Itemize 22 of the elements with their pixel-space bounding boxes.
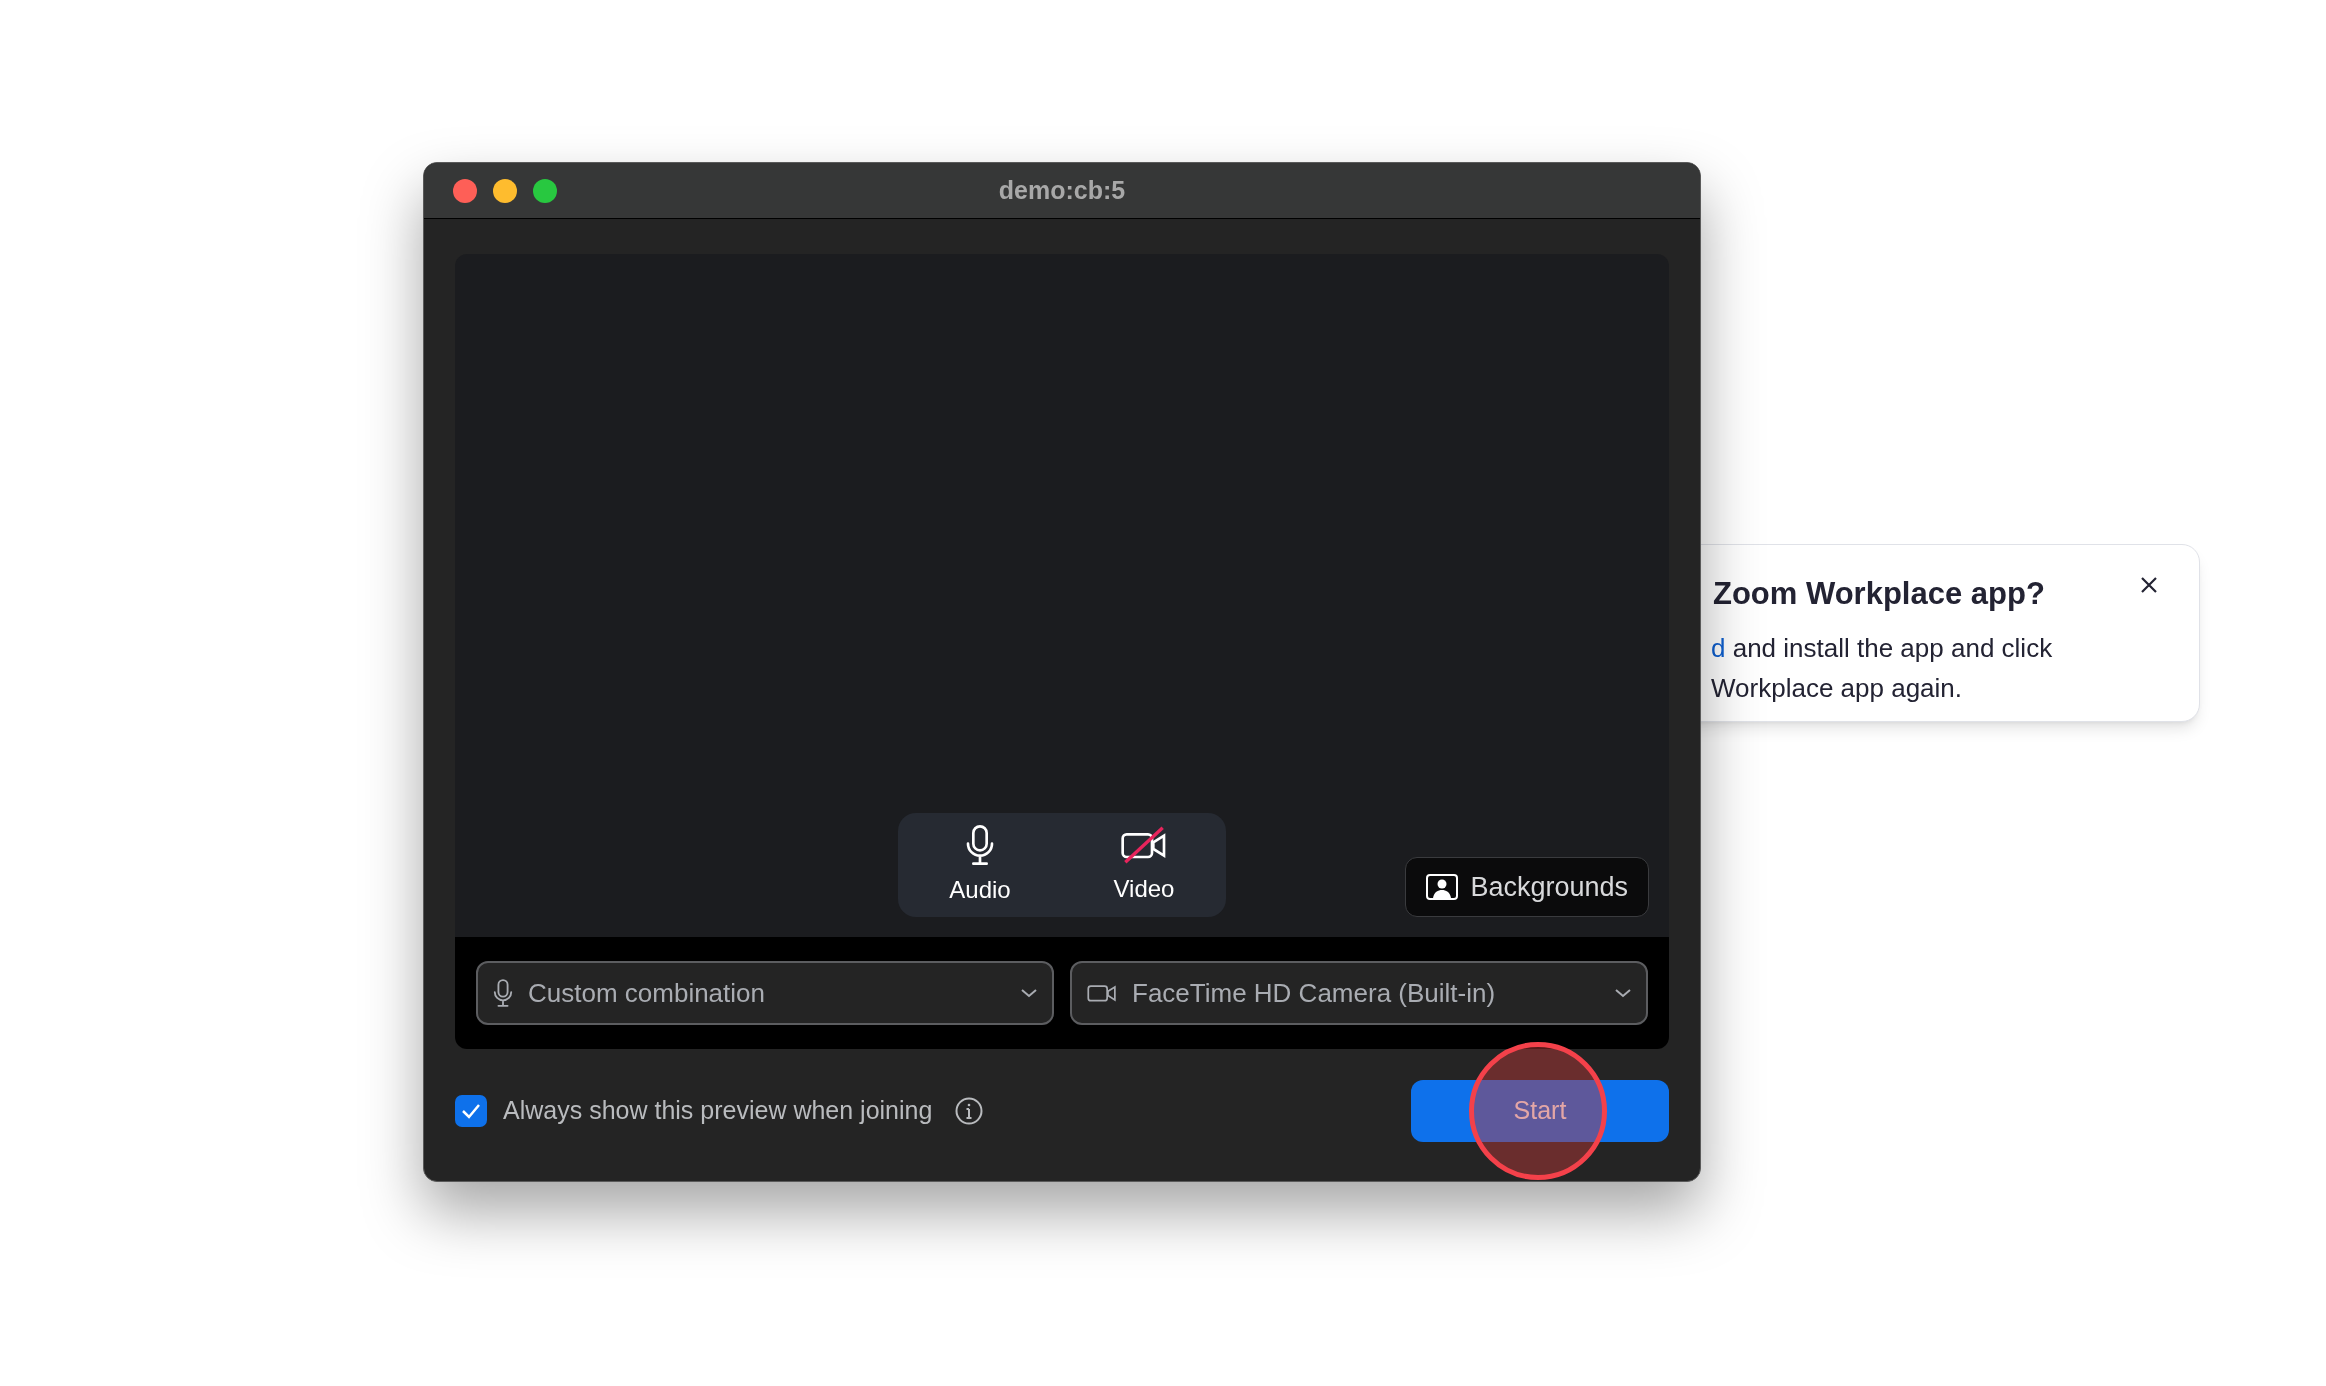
checkbox-label: Always show this preview when joining [503,1095,933,1127]
window-title: demo:cb:5 [998,174,1126,206]
popup-message: d and install the app and click Workplace app again. [1711,631,2054,705]
download-link[interactable]: d [1711,632,1726,663]
close-icon[interactable] [2139,575,2159,595]
microphone-icon [492,977,514,1009]
camera-dropdown[interactable]: FaceTime HD Camera (Built-in) [1070,961,1648,1025]
person-frame-icon [1426,874,1459,900]
microphone-dropdown[interactable]: Custom combination [476,961,1054,1025]
chevron-down-icon [1614,988,1632,998]
checkmark-icon [461,1103,481,1119]
video-button[interactable]: Video [1079,823,1209,907]
info-icon [954,1096,985,1126]
close-button[interactable] [453,178,477,203]
chevron-down-icon [1020,988,1038,998]
backgrounds-button[interactable]: Backgrounds [1405,857,1649,917]
zoom-button[interactable] [533,178,557,203]
popup-title: Zoom Workplace app? [1712,575,2045,613]
microphone-icon [964,822,996,868]
minimize-button[interactable] [493,178,517,203]
audio-button[interactable]: Audio [915,822,1045,908]
checkbox[interactable] [455,1095,487,1127]
